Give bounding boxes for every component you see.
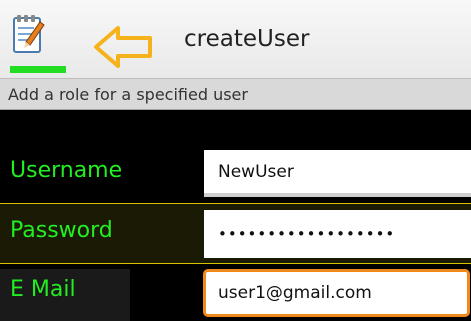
password-row: Password: [0, 203, 471, 264]
arrow-left-outline-icon[interactable]: [92, 22, 156, 72]
action-bar: createUser: [0, 0, 471, 78]
notepad-pencil-icon[interactable]: [12, 12, 46, 56]
password-label: Password: [10, 218, 113, 243]
username-row: Username: [0, 144, 471, 202]
page-title: createUser: [184, 26, 310, 52]
email-row: E Mail: [0, 265, 471, 321]
up-indicator: [10, 66, 66, 73]
subtitle-text: Add a role for a specified user: [8, 85, 248, 104]
screen: createUser Add a role for a specified us…: [0, 0, 471, 321]
username-field[interactable]: [204, 150, 471, 197]
password-field[interactable]: [204, 210, 471, 258]
username-label: Username: [10, 158, 123, 183]
email-field[interactable]: [203, 269, 470, 317]
subtitle-strip: Add a role for a specified user: [0, 78, 471, 110]
email-label: E Mail: [10, 277, 76, 302]
